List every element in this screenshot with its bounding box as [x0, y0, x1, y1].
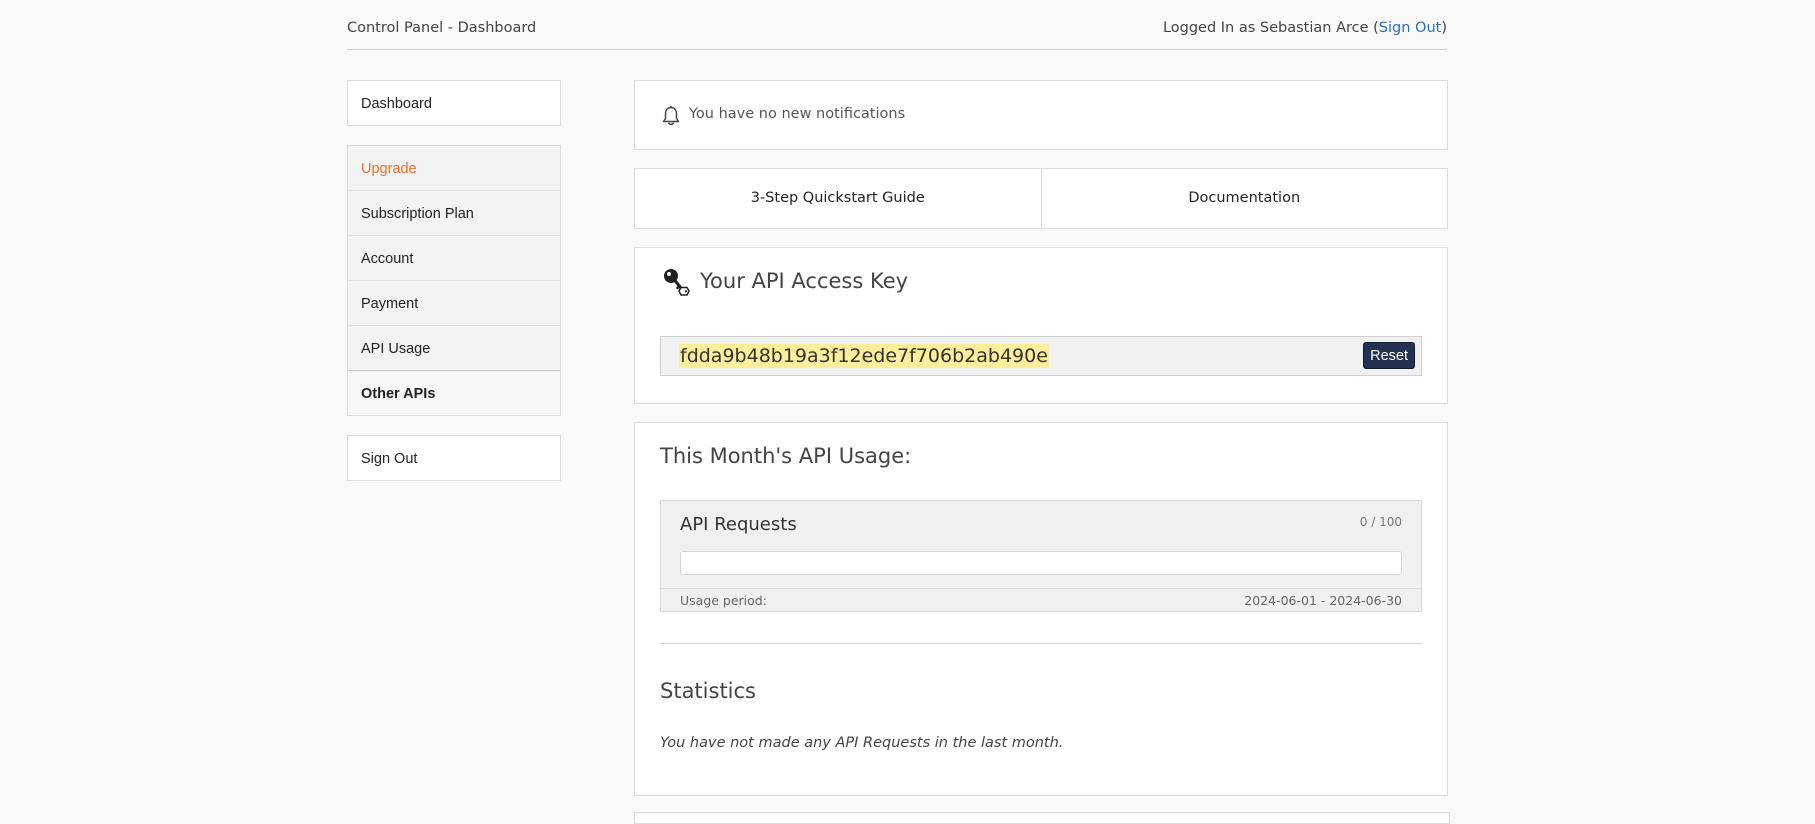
api-key-value[interactable]: fdda9b48b19a3f12ede7f706b2ab490e [679, 344, 1049, 368]
sidebar-item-subscription-plan[interactable]: Subscription Plan [348, 190, 560, 235]
api-usage-panel: This Month's API Usage: API Requests 0 /… [634, 422, 1448, 796]
usage-heading: This Month's API Usage: [660, 444, 912, 468]
sidebar: Dashboard Upgrade Subscription Plan Acco… [347, 80, 561, 500]
api-key-panel: Your API Access Key fdda9b48b19a3f12ede7… [634, 247, 1448, 404]
main-content: You have no new notifications 3-Step Qui… [634, 80, 1448, 814]
api-requests-box: API Requests 0 / 100 Usage period: 2024-… [660, 500, 1422, 612]
sidebar-group-dashboard: Dashboard [347, 80, 561, 126]
usage-period-row: Usage period: 2024-06-01 - 2024-06-30 [661, 588, 1421, 612]
statistics-note: You have not made any API Requests in th… [660, 735, 1064, 751]
sidebar-group-links: Upgrade Subscription Plan Account Paymen… [347, 145, 561, 416]
page-title: Control Panel - Dashboard [347, 20, 537, 36]
statistics-heading: Statistics [660, 679, 756, 703]
logged-in-suffix: ) [1441, 20, 1447, 36]
sidebar-item-other-apis[interactable]: Other APIs [348, 370, 560, 415]
api-requests-count: 0 / 100 [1359, 515, 1402, 529]
bell-icon [661, 105, 681, 131]
sidebar-group-signout: Sign Out [347, 435, 561, 481]
quickstart-guide-link[interactable]: 3-Step Quickstart Guide [635, 169, 1041, 228]
api-key-field[interactable]: fdda9b48b19a3f12ede7f706b2ab490e Reset [660, 336, 1422, 376]
top-header: Control Panel - Dashboard Logged In as S… [347, 0, 1447, 50]
guides-panel: 3-Step Quickstart Guide Documentation [634, 168, 1448, 229]
logged-in-status: Logged In as Sebastian Arce (Sign Out) [1163, 20, 1447, 36]
sidebar-item-account[interactable]: Account [348, 235, 560, 280]
sidebar-item-sign-out[interactable]: Sign Out [348, 436, 560, 480]
reset-key-button[interactable]: Reset [1363, 342, 1415, 369]
usage-period-value: 2024-06-01 - 2024-06-30 [1244, 593, 1402, 608]
usage-progress-bar [680, 551, 1402, 575]
notifications-text: You have no new notifications [689, 106, 906, 122]
sidebar-item-payment[interactable]: Payment [348, 280, 560, 325]
sidebar-item-upgrade[interactable]: Upgrade [348, 146, 560, 190]
key-icon [661, 267, 691, 301]
api-key-heading: Your API Access Key [700, 269, 909, 293]
header-sign-out-link[interactable]: Sign Out [1379, 20, 1442, 36]
sidebar-item-api-usage[interactable]: API Usage [348, 325, 560, 370]
notifications-panel: You have no new notifications [634, 80, 1448, 150]
divider [660, 643, 1422, 644]
sidebar-item-dashboard[interactable]: Dashboard [348, 81, 560, 125]
logged-in-text: Logged In as Sebastian Arce ( [1162, 20, 1379, 36]
next-panel-edge [634, 812, 1450, 824]
usage-period-label: Usage period: [680, 593, 767, 608]
documentation-link[interactable]: Documentation [1040, 169, 1448, 228]
api-requests-label: API Requests [680, 514, 797, 535]
